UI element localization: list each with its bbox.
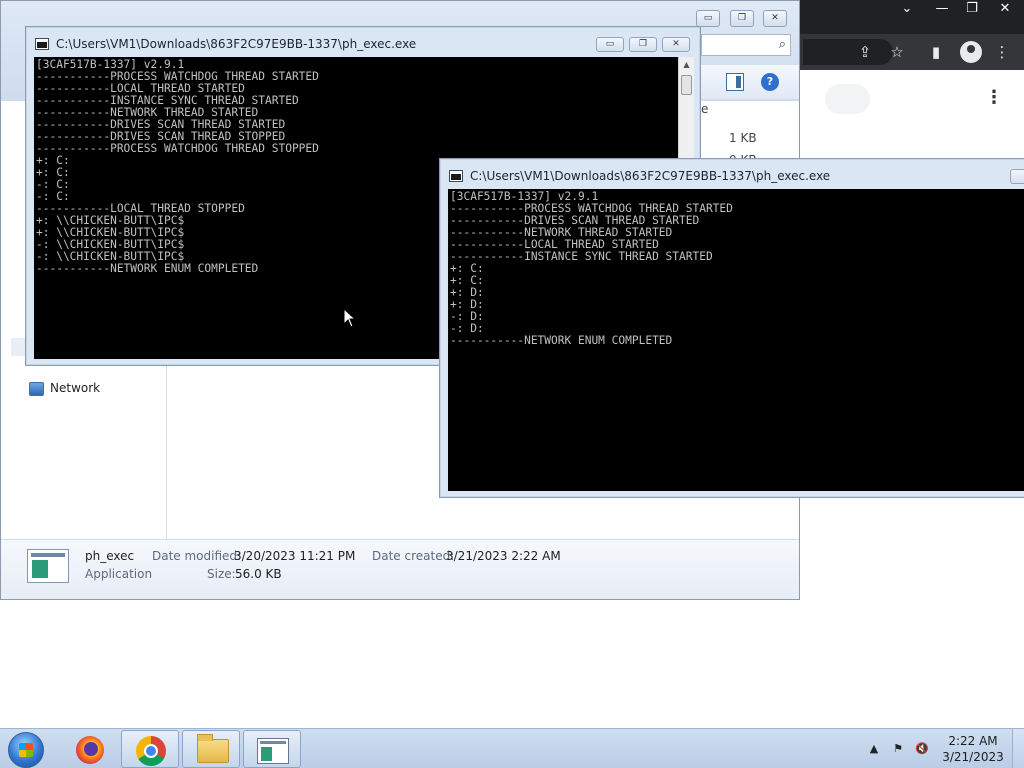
list-item[interactable]: 1 KB bbox=[729, 131, 757, 145]
browser-minimize-button[interactable]: — bbox=[925, 0, 959, 18]
console-app-icon bbox=[449, 170, 463, 182]
menu-icon[interactable]: ⋮ bbox=[992, 42, 1012, 62]
taskbar-ph-exec-button[interactable] bbox=[243, 730, 301, 768]
file-type: Application bbox=[85, 567, 153, 581]
taskbar-firefox-button[interactable] bbox=[60, 730, 118, 768]
size-label: Size: bbox=[207, 567, 236, 581]
network-icon bbox=[29, 382, 44, 396]
taskbar-chrome-button[interactable] bbox=[121, 730, 179, 768]
console-line: -----------PROCESS WATCHDOG THREAD STOPP… bbox=[36, 142, 319, 155]
profile-icon[interactable] bbox=[960, 41, 982, 63]
console-title: C:\Users\VM1\Downloads\863F2C97E9BB-1337… bbox=[470, 169, 831, 183]
app-file-icon bbox=[27, 549, 69, 583]
scroll-up-icon[interactable]: ▲ bbox=[679, 57, 694, 72]
console-minimize-button[interactable] bbox=[1010, 169, 1024, 184]
nav-item-label: Network bbox=[50, 381, 101, 395]
console-line: -----------NETWORK ENUM COMPLETED bbox=[450, 334, 673, 347]
explorer-minimize-button[interactable]: ▭ bbox=[696, 10, 720, 27]
console-line: -: D: bbox=[450, 310, 484, 323]
explorer-close-button[interactable]: ✕ bbox=[763, 10, 787, 27]
console-app-icon bbox=[35, 38, 49, 50]
address-bar[interactable] bbox=[803, 39, 893, 65]
browser-titlebar: ⌄ — ❐ ✕ bbox=[795, 0, 1024, 34]
volume-muted-icon[interactable]: 🔇 bbox=[914, 741, 930, 757]
console-output[interactable]: [3CAF517B-1337] v2.9.1 -----------PROCES… bbox=[448, 189, 1024, 491]
search-icon: ⌕ bbox=[778, 37, 786, 52]
browser-toolbar: ⇪ ☆ ▮ ⋮ bbox=[795, 34, 1024, 70]
explorer-folder-icon bbox=[197, 734, 229, 763]
modified-value: 3/20/2023 11:21 PM bbox=[234, 549, 356, 563]
created-value: 3/21/2023 2:22 AM bbox=[446, 549, 561, 563]
explorer-maximize-button[interactable]: ❐ bbox=[730, 10, 754, 27]
list-item[interactable]: e bbox=[701, 102, 708, 116]
modified-label: Date modified: bbox=[152, 549, 242, 563]
console-line: +: C: bbox=[450, 262, 484, 275]
size-value: 56.0 KB bbox=[235, 567, 282, 581]
ph-exec-app-icon bbox=[257, 738, 289, 764]
console-title: C:\Users\VM1\Downloads\863F2C97E9BB-1337… bbox=[56, 37, 417, 51]
created-label: Date created: bbox=[372, 549, 455, 563]
start-button[interactable] bbox=[8, 732, 44, 768]
sidebar-icon[interactable]: ▮ bbox=[926, 42, 946, 62]
page-search-pill[interactable] bbox=[825, 84, 870, 114]
share-icon[interactable]: ⇪ bbox=[855, 42, 875, 62]
network-tray-icon[interactable]: ⚑ bbox=[890, 741, 906, 757]
page-kebab-icon[interactable]: ⋮ bbox=[985, 88, 1003, 108]
file-name: ph_exec bbox=[85, 549, 135, 563]
details-pane: ph_exec Application Date modified: 3/20/… bbox=[1, 539, 799, 599]
console-minimize-button[interactable]: ▭ bbox=[596, 37, 624, 52]
chrome-icon bbox=[136, 736, 166, 766]
clock-time[interactable]: 2:22 AM bbox=[940, 734, 1006, 748]
console-maximize-button[interactable]: ❐ bbox=[629, 37, 657, 52]
console-window-2[interactable]: C:\Users\VM1\Downloads\863F2C97E9BB-1337… bbox=[439, 158, 1024, 498]
star-icon[interactable]: ☆ bbox=[887, 42, 907, 62]
console-line: -----------INSTANCE SYNC THREAD STARTED bbox=[450, 250, 713, 263]
console-line: +: D: bbox=[450, 286, 484, 299]
show-hidden-icons-icon[interactable]: ▲ bbox=[866, 741, 882, 757]
firefox-icon bbox=[76, 736, 104, 764]
console-close-button[interactable]: ✕ bbox=[662, 37, 690, 52]
preview-pane-icon[interactable] bbox=[726, 73, 744, 91]
tab-search-chevron-icon[interactable]: ⌄ bbox=[890, 0, 924, 18]
help-icon[interactable]: ? bbox=[761, 73, 779, 91]
scroll-thumb[interactable] bbox=[681, 75, 692, 95]
command-bar: ? bbox=[701, 65, 799, 99]
browser-close-button[interactable]: ✕ bbox=[988, 0, 1022, 18]
console-line: +: D: bbox=[450, 298, 484, 311]
taskbar: ▲ ⚑ 🔇 2:22 AM 3/21/2023 bbox=[0, 728, 1024, 768]
console-line: +: C: bbox=[450, 274, 484, 287]
taskbar-explorer-button[interactable] bbox=[182, 730, 240, 768]
search-input[interactable]: ⌕ bbox=[701, 34, 791, 56]
clock-date[interactable]: 3/21/2023 bbox=[940, 750, 1006, 764]
show-desktop-button[interactable] bbox=[1012, 729, 1024, 768]
browser-restore-button[interactable]: ❐ bbox=[955, 0, 989, 18]
